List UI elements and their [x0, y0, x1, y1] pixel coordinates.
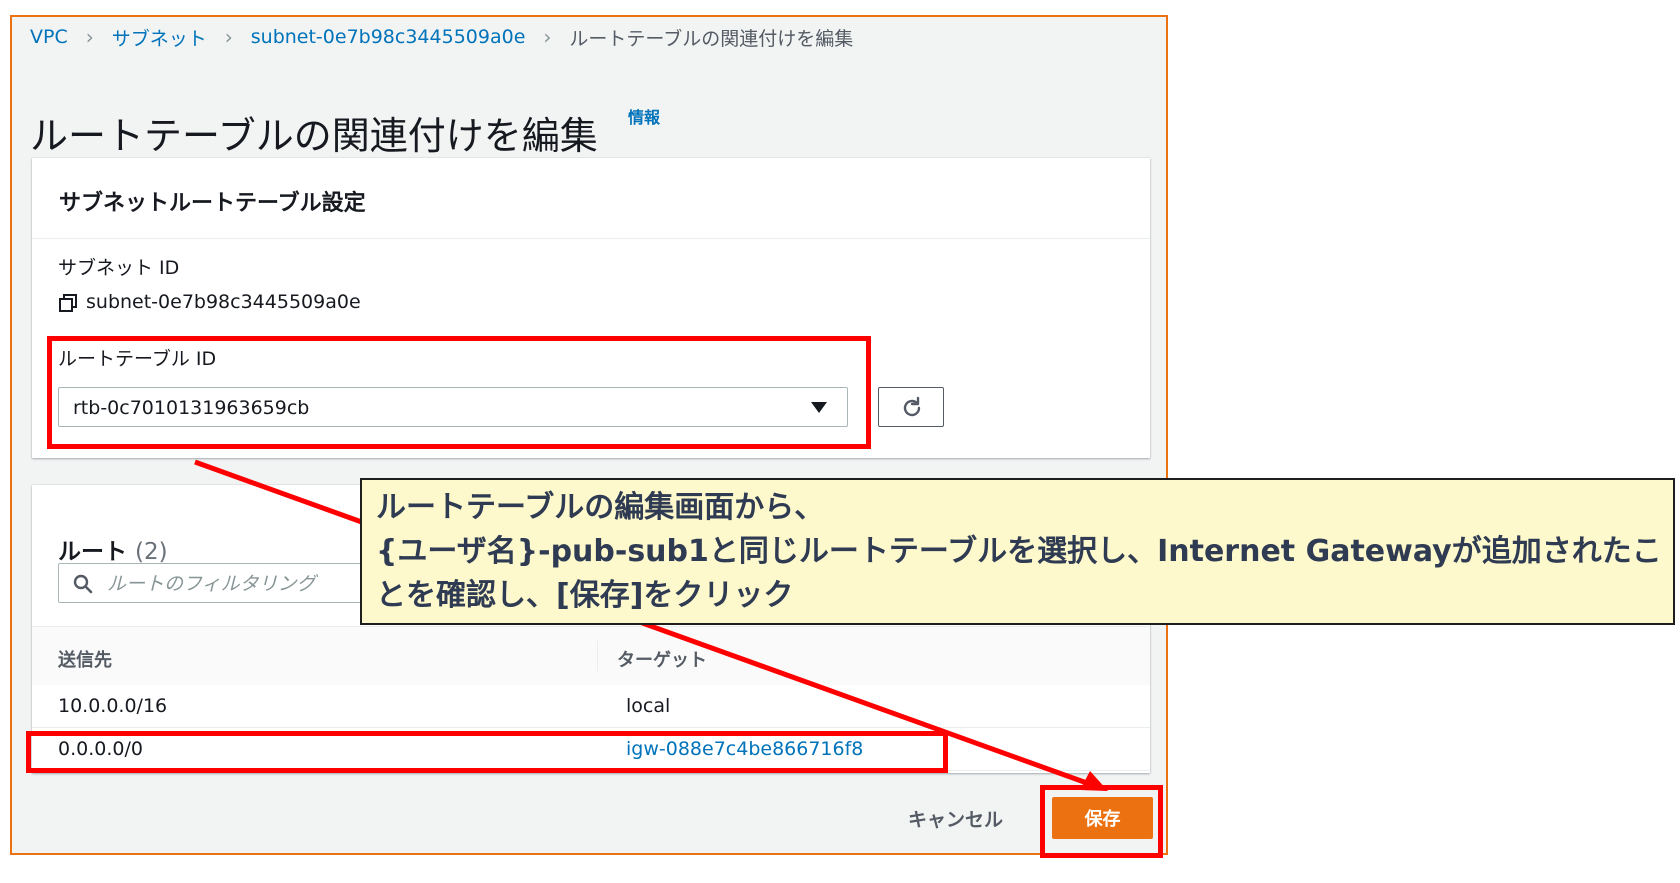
- breadcrumb-current: ルートテーブルの関連付けを編集: [569, 27, 854, 50]
- breadcrumb-vpc[interactable]: VPC: [30, 26, 68, 48]
- route-target: local: [626, 695, 671, 717]
- routes-title-text: ルート: [58, 539, 127, 566]
- chevron-right-icon: ›: [224, 25, 233, 49]
- annotation-text: ルートテーブルの編集画面から、 {ユーザ名}-pub-sub1と同じルートテーブ…: [376, 490, 1662, 613]
- info-link[interactable]: 情報: [628, 104, 660, 128]
- table-row: 10.0.0.0/16 local: [32, 685, 1150, 728]
- column-destination[interactable]: 送信先: [58, 646, 112, 672]
- routes-count: (2): [135, 539, 168, 566]
- page-title: ルートテーブルの関連付けを編集: [30, 114, 598, 159]
- refresh-button[interactable]: [878, 387, 944, 427]
- routes-title: ルート (2): [58, 532, 168, 566]
- panel-header: サブネットルートテーブル設定: [32, 158, 1150, 239]
- subnet-id-value: subnet-0e7b98c3445509a0e: [86, 291, 361, 313]
- route-destination: 10.0.0.0/16: [58, 695, 168, 717]
- column-divider: [597, 641, 598, 671]
- annotation-callout: ルートテーブルの編集画面から、 {ユーザ名}-pub-sub1と同じルートテーブ…: [360, 478, 1675, 625]
- subnet-id-label: サブネット ID: [58, 257, 180, 279]
- cancel-button[interactable]: キャンセル: [908, 805, 1003, 832]
- refresh-icon: [903, 396, 921, 417]
- routes-table-header: 送信先 ターゲット: [32, 626, 1150, 686]
- search-icon: [73, 574, 93, 594]
- chevron-right-icon: ›: [85, 25, 94, 49]
- highlight-igw-route-row: [26, 731, 948, 773]
- breadcrumb: VPC › サブネット › subnet-0e7b98c3445509a0e ›…: [30, 24, 853, 50]
- panel-title: サブネットルートテーブル設定: [59, 191, 366, 216]
- highlight-save-button: [1040, 785, 1163, 858]
- highlight-route-table-select: [47, 336, 871, 449]
- breadcrumb-subnets[interactable]: サブネット: [112, 24, 207, 51]
- chevron-right-icon: ›: [543, 25, 552, 49]
- copy-icon[interactable]: [58, 293, 78, 313]
- column-target[interactable]: ターゲット: [617, 646, 707, 672]
- breadcrumb-subnet-id[interactable]: subnet-0e7b98c3445509a0e: [251, 26, 526, 48]
